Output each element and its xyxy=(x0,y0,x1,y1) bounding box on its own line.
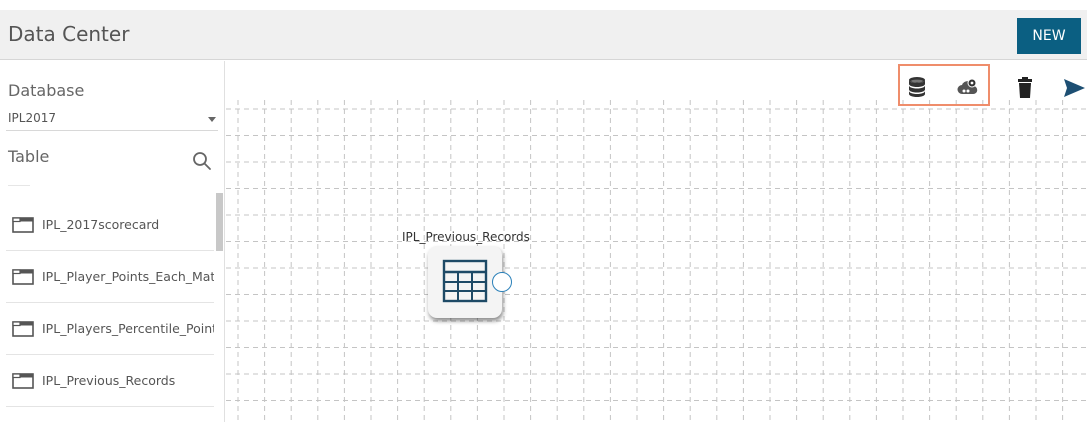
table-icon xyxy=(12,268,34,285)
table-list-item[interactable]: IPL_Previous_Records xyxy=(6,355,214,407)
trash-icon[interactable] xyxy=(1013,76,1037,100)
page-title: Data Center xyxy=(8,22,130,46)
node-output-port[interactable] xyxy=(492,272,512,292)
send-icon[interactable] xyxy=(1062,76,1086,100)
table-icon xyxy=(12,216,34,233)
sidebar: Database IPL2017 Table IPL_2017scorecard… xyxy=(0,61,225,422)
table-list-item[interactable]: IPL_Players_Percentile_Points xyxy=(6,303,214,355)
table-list-item[interactable]: IPL_2017scorecard xyxy=(6,199,214,251)
database-select[interactable]: IPL2017 xyxy=(6,107,218,131)
workflow-canvas[interactable] xyxy=(226,100,1087,422)
app-header: Data Center NEW xyxy=(0,10,1087,60)
chevron-down-icon xyxy=(208,117,216,122)
table-grid-icon xyxy=(442,259,488,303)
table-name: IPL_Previous_Records xyxy=(42,373,176,388)
cloud-settings-icon[interactable] xyxy=(956,75,980,99)
new-button[interactable]: NEW xyxy=(1017,18,1081,54)
table-node[interactable] xyxy=(428,246,502,318)
table-list-item[interactable]: IPL_Player_Points_Each_Matc... xyxy=(6,251,214,303)
sidebar-scrollbar[interactable] xyxy=(216,193,223,251)
divider xyxy=(8,185,30,186)
table-name: IPL_2017scorecard xyxy=(42,217,160,232)
node-label: IPL_Previous_Records xyxy=(402,230,530,244)
table-name: IPL_Player_Points_Each_Matc... xyxy=(42,269,214,284)
search-icon[interactable] xyxy=(192,151,212,171)
database-select-value: IPL2017 xyxy=(8,111,56,125)
table-icon xyxy=(12,320,34,337)
table-icon xyxy=(12,372,34,389)
database-stack-icon[interactable] xyxy=(906,75,930,99)
table-label: Table xyxy=(8,147,50,166)
database-label: Database xyxy=(8,81,85,100)
table-name: IPL_Players_Percentile_Points xyxy=(42,321,214,336)
